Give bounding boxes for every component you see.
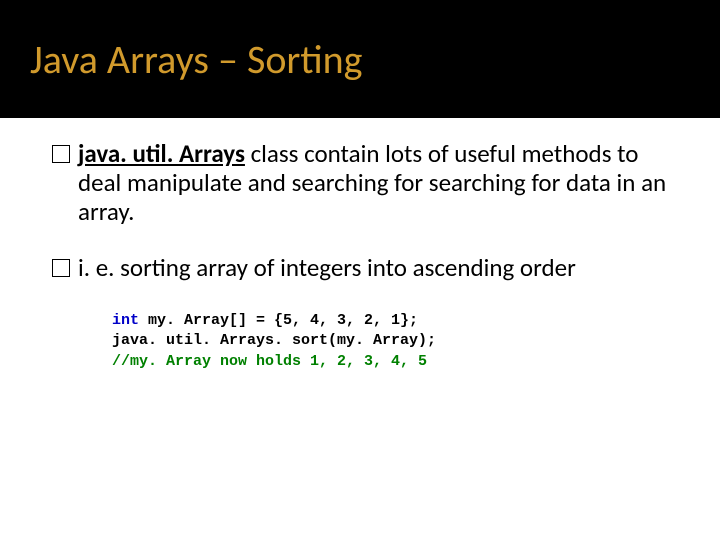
class-name-link: java. util. Arrays <box>78 138 245 169</box>
slide-body: java. util. Arrays class contain lots of… <box>0 118 720 372</box>
paragraph-2: i. e. sorting array of integers into asc… <box>52 254 668 283</box>
code-text: my. Array[] = {5, 4, 3, 2, 1}; <box>139 312 418 329</box>
code-line-3-comment: //my. Array now holds 1, 2, 3, 4, 5 <box>112 352 668 372</box>
paragraph-2-text: i. e. sorting array of integers into asc… <box>78 252 576 283</box>
paragraph-1: java. util. Arrays class contain lots of… <box>52 140 668 226</box>
code-keyword: int <box>112 312 139 329</box>
bullet-icon <box>52 145 70 163</box>
slide-title: Java Arrays – Sorting <box>30 35 363 84</box>
code-block: int my. Array[] = {5, 4, 3, 2, 1}; java.… <box>112 311 668 372</box>
bullet-icon <box>52 259 70 277</box>
code-line-2: java. util. Arrays. sort(my. Array); <box>112 331 668 351</box>
title-band: Java Arrays – Sorting <box>0 0 720 118</box>
code-line-1: int my. Array[] = {5, 4, 3, 2, 1}; <box>112 311 668 331</box>
